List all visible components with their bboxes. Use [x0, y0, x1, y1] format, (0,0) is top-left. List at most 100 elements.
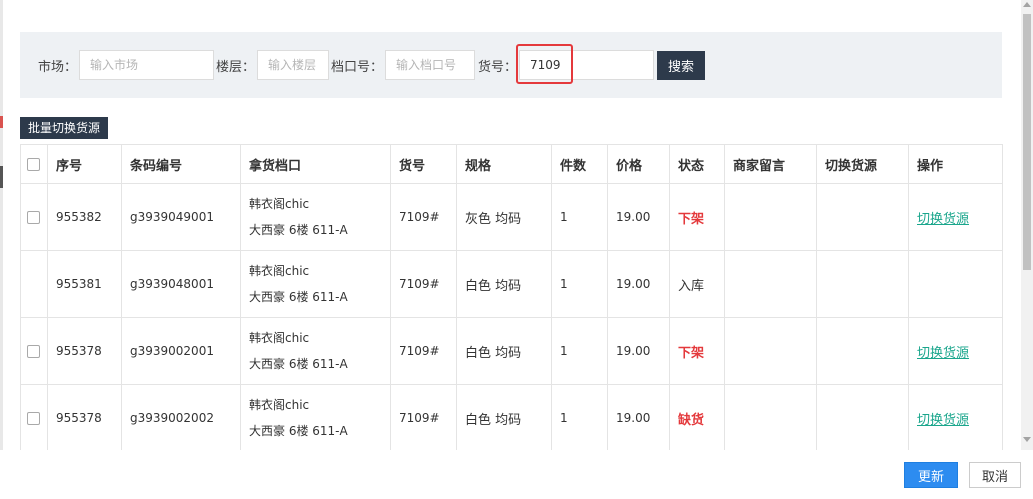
header-qty: 件数 [551, 144, 608, 184]
header-item-no: 货号 [390, 144, 457, 184]
switch-source-link[interactable]: 切换货源 [917, 212, 969, 227]
header-status: 状态 [669, 144, 725, 184]
row-checkbox[interactable] [27, 211, 40, 224]
cancel-button[interactable]: 取消 [969, 462, 1021, 488]
row-checkbox[interactable] [27, 345, 40, 358]
scrollbar-thumb[interactable] [1023, 14, 1031, 270]
background-accent-dark [0, 166, 3, 188]
row-barcode: g3939048001 [121, 250, 241, 318]
floor-input[interactable] [257, 50, 329, 80]
row-item-no: 7109# [390, 183, 457, 251]
row-switch-source [816, 384, 909, 452]
select-all-checkbox-cell[interactable] [20, 144, 48, 184]
header-id: 序号 [47, 144, 122, 184]
row-id: 955378 [47, 384, 122, 452]
row-action: 切换货源 [908, 183, 1003, 251]
row-status: 下架 [669, 317, 725, 385]
row-merchant-note [724, 384, 817, 452]
row-action [908, 250, 1003, 318]
stall-address: 大西豪 6楼 611-A [249, 424, 348, 438]
item-number-label: 货号： [478, 60, 518, 75]
vertical-scrollbar[interactable] [1021, 0, 1033, 450]
row-status: 缺货 [669, 384, 725, 452]
row-item-no: 7109# [390, 384, 457, 452]
table-header-row: 序号 条码编号 拿货档口 货号 规格 件数 价格 状态 商家留言 切换货源 操作 [20, 144, 1003, 184]
product-source-dialog: 市场： 楼层： 档口号： 货号： 搜索 批量切换货源 序号 条码编号 拿货档口 … [0, 0, 1033, 499]
update-button[interactable]: 更新 [904, 462, 958, 488]
stall-address: 大西豪 6楼 611-A [249, 357, 348, 371]
switch-source-link[interactable]: 切换货源 [917, 413, 969, 428]
row-barcode: g3939049001 [121, 183, 241, 251]
stall-name: 韩衣阁chic [249, 197, 310, 211]
row-switch-source [816, 317, 909, 385]
row-stall: 韩衣阁chic 大西豪 6楼 611-A [240, 183, 391, 251]
status-badge: 入库 [678, 278, 705, 294]
row-merchant-note [724, 250, 817, 318]
table-row: 955378 g3939002001 韩衣阁chic 大西豪 6楼 611-A … [20, 317, 1003, 385]
stall-address: 大西豪 6楼 611-A [249, 290, 348, 304]
row-qty: 1 [551, 384, 608, 452]
header-price: 价格 [607, 144, 670, 184]
row-switch-source [816, 250, 909, 318]
row-id: 955378 [47, 317, 122, 385]
row-checkbox-cell[interactable] [20, 183, 48, 251]
row-qty: 1 [551, 317, 608, 385]
status-badge: 下架 [678, 345, 705, 361]
row-stall: 韩衣阁chic 大西豪 6楼 611-A [240, 250, 391, 318]
row-switch-source [816, 183, 909, 251]
row-checkbox-cell[interactable] [20, 317, 48, 385]
row-status: 入库 [669, 250, 725, 318]
row-price: 19.00 [607, 317, 670, 385]
status-badge: 下架 [678, 211, 705, 227]
row-spec: 灰色 均码 [456, 183, 552, 251]
switch-source-link[interactable]: 切换货源 [917, 346, 969, 361]
header-spec: 规格 [456, 144, 552, 184]
floor-label: 楼层： [216, 60, 256, 75]
market-input[interactable] [79, 50, 214, 80]
status-badge: 缺货 [678, 412, 705, 428]
row-status: 下架 [669, 183, 725, 251]
row-id: 955382 [47, 183, 122, 251]
row-checkbox-cell[interactable] [20, 384, 48, 452]
scroll-up-arrow-icon[interactable] [1023, 2, 1031, 7]
row-stall: 韩衣阁chic 大西豪 6楼 611-A [240, 384, 391, 452]
row-price: 19.00 [607, 384, 670, 452]
header-merchant-note: 商家留言 [724, 144, 817, 184]
table-row: 955382 g3939049001 韩衣阁chic 大西豪 6楼 611-A … [20, 183, 1003, 251]
row-id: 955381 [47, 250, 122, 318]
header-switch-source: 切换货源 [816, 144, 909, 184]
row-qty: 1 [551, 183, 608, 251]
market-label: 市场： [38, 60, 78, 75]
header-action: 操作 [908, 144, 1003, 184]
background-page-edge [0, 0, 3, 499]
orders-table: 序号 条码编号 拿货档口 货号 规格 件数 价格 状态 商家留言 切换货源 操作… [20, 144, 1003, 452]
dialog-footer: 更新 取消 [0, 450, 1021, 499]
stall-name: 韩衣阁chic [249, 264, 310, 278]
row-spec: 白色 均码 [456, 250, 552, 318]
batch-switch-source-button[interactable]: 批量切换货源 [20, 117, 109, 139]
stall-label: 档口号： [331, 60, 384, 75]
table-row: 955378 g3939002002 韩衣阁chic 大西豪 6楼 611-A … [20, 384, 1003, 452]
row-price: 19.00 [607, 250, 670, 318]
header-stall: 拿货档口 [240, 144, 391, 184]
row-spec: 白色 均码 [456, 317, 552, 385]
row-barcode: g3939002002 [121, 384, 241, 452]
row-stall: 韩衣阁chic 大西豪 6楼 611-A [240, 317, 391, 385]
row-checkbox-cell [20, 250, 48, 318]
stall-name: 韩衣阁chic [249, 398, 310, 412]
stall-input[interactable] [385, 50, 475, 80]
select-all-checkbox[interactable] [27, 157, 40, 171]
row-item-no: 7109# [390, 317, 457, 385]
row-item-no: 7109# [390, 250, 457, 318]
row-merchant-note [724, 317, 817, 385]
search-panel: 市场： 楼层： 档口号： 货号： 搜索 [20, 32, 1002, 98]
background-accent-red [0, 116, 3, 128]
row-spec: 白色 均码 [456, 384, 552, 452]
item-number-input[interactable] [519, 50, 654, 80]
row-checkbox[interactable] [27, 412, 40, 425]
row-price: 19.00 [607, 183, 670, 251]
stall-address: 大西豪 6楼 611-A [249, 223, 348, 237]
search-button[interactable]: 搜索 [657, 51, 705, 80]
scroll-down-arrow-icon[interactable] [1023, 437, 1031, 442]
row-merchant-note [724, 183, 817, 251]
